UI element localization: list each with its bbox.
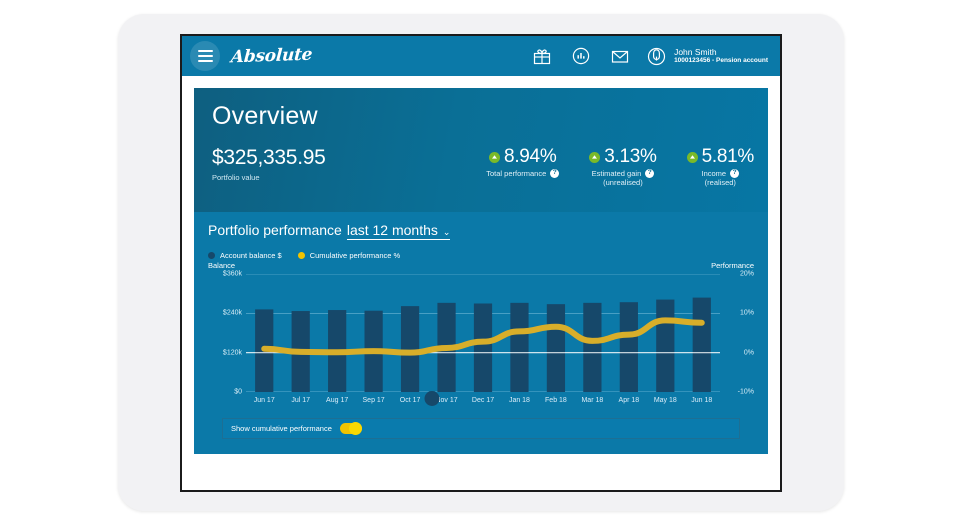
metric-label-row: Estimated gain ? bbox=[589, 169, 656, 178]
chart-bar bbox=[400, 306, 420, 392]
legend-swatch-icon bbox=[297, 252, 305, 259]
metric-sub: (realised) bbox=[704, 178, 736, 187]
x-tick-label: Aug 17 bbox=[326, 397, 349, 404]
axis-caption-row: Balance Performance bbox=[208, 261, 754, 270]
metric-value-row: 5.81% bbox=[686, 146, 755, 168]
x-tick-label: Jun 18 bbox=[691, 397, 713, 404]
metric-value: 3.13% bbox=[604, 146, 657, 167]
hamburger-bar bbox=[197, 50, 213, 52]
portfolio-value-block: $325,335.95 Portfolio value bbox=[212, 146, 326, 182]
y-tick-right: -10% bbox=[737, 388, 754, 396]
x-tick-label: Dec 17 bbox=[471, 397, 495, 404]
metric-label-row: Total performance ? bbox=[486, 169, 560, 178]
legend-label: Account balance $ bbox=[220, 251, 282, 260]
cumulative-toggle-bar[interactable]: Show cumulative performance bbox=[222, 418, 740, 439]
metric-value-row: 3.13% bbox=[589, 146, 657, 168]
metric-income: 5.81% Income ? (realised) bbox=[686, 146, 755, 187]
cumulative-toggle-switch[interactable] bbox=[339, 422, 362, 435]
chart-circle-icon[interactable] bbox=[570, 45, 592, 67]
y-tick-left: $240k bbox=[222, 309, 242, 317]
tablet-screen: Absolute John Smith 1000123456 - Pension… bbox=[180, 34, 782, 492]
arrow-up-icon bbox=[686, 151, 698, 163]
page-title: Overview bbox=[212, 102, 318, 130]
gift-icon[interactable] bbox=[531, 45, 553, 67]
chart-bar bbox=[656, 299, 675, 392]
help-icon[interactable]: ? bbox=[645, 169, 655, 178]
legend-item-cumulative[interactable]: Cumulative performance % bbox=[297, 251, 401, 260]
arrow-up-icon bbox=[489, 151, 501, 163]
chart-bar bbox=[619, 302, 638, 392]
chart-legend: Account balance $ Cumulative performance… bbox=[208, 251, 754, 260]
hamburger-bar bbox=[197, 60, 213, 62]
y-tick-left: $120k bbox=[222, 349, 242, 357]
x-axis: Jun 17 Jul 17 Aug 17 Sep 17 Oct 17 Nov 17 Dec … bbox=[246, 391, 720, 411]
metric-value-row: 8.94% bbox=[486, 146, 559, 168]
y-tick-right: 0% bbox=[743, 349, 754, 357]
x-tick-label: Oct 17 bbox=[399, 397, 421, 404]
toggle-knob bbox=[348, 422, 362, 435]
chart-heading: Portfolio performance last 12 months ⌄ bbox=[208, 222, 754, 240]
legend-label: Cumulative performance % bbox=[309, 251, 401, 260]
y-tick-left: $0 bbox=[234, 388, 242, 396]
user-text: John Smith 1000123456 - Pension account bbox=[674, 47, 768, 65]
metric-label: Total performance bbox=[486, 169, 547, 178]
metric-value: 5.81% bbox=[701, 146, 755, 167]
chart-title: Portfolio performance bbox=[208, 222, 342, 238]
axis-range-handle[interactable] bbox=[424, 391, 440, 406]
tablet-frame: Absolute John Smith 1000123456 - Pension… bbox=[118, 14, 844, 511]
x-tick-label: May 18 bbox=[653, 397, 677, 404]
x-tick-label: Jan 18 bbox=[508, 397, 530, 404]
chart-plot-area: $0 $120k $240k $360k -10% 0% 10% 20% bbox=[208, 270, 754, 396]
legend-item-balance[interactable]: Account balance $ bbox=[208, 251, 282, 260]
y-tick-right: 10% bbox=[739, 309, 754, 317]
x-tick-label: Apr 18 bbox=[618, 397, 640, 404]
cumulative-toggle-label: Show cumulative performance bbox=[231, 424, 332, 433]
metric-estimated-gain: 3.13% Estimated gain ? (unrealised) bbox=[589, 146, 657, 187]
y-tick-right: 20% bbox=[739, 270, 754, 278]
metric-value: 8.94% bbox=[504, 146, 557, 167]
metric-label: Income bbox=[701, 169, 727, 178]
app-body: Overview $325,335.95 Portfolio value 8.9… bbox=[182, 76, 780, 490]
arrow-up-icon bbox=[589, 151, 601, 163]
x-tick-label: Mar 18 bbox=[581, 397, 604, 404]
left-axis-caption: Balance bbox=[208, 261, 236, 270]
chevron-down-icon: ⌄ bbox=[442, 227, 451, 237]
x-tick-label: Sep 17 bbox=[362, 397, 385, 404]
chart-bar bbox=[510, 302, 529, 392]
y-tick-left: $360k bbox=[222, 270, 242, 278]
envelope-icon[interactable] bbox=[609, 45, 631, 67]
hamburger-menu-icon[interactable] bbox=[190, 41, 220, 71]
x-tick-label: Jul 17 bbox=[291, 397, 311, 404]
brand-logo[interactable]: Absolute bbox=[230, 45, 313, 68]
right-axis-caption: Performance bbox=[711, 261, 754, 270]
chart-bar bbox=[546, 304, 566, 392]
portfolio-value: $325,335.95 bbox=[212, 146, 326, 169]
user-avatar-icon bbox=[645, 45, 667, 67]
metric-total-performance: 8.94% Total performance ? bbox=[486, 146, 560, 178]
user-account: 1000123456 - Pension account bbox=[674, 57, 768, 65]
chart-bar bbox=[473, 303, 493, 392]
metrics-row: $325,335.95 Portfolio value 8.94% Total bbox=[212, 146, 754, 187]
help-icon[interactable]: ? bbox=[550, 169, 560, 178]
help-icon[interactable]: ? bbox=[730, 169, 740, 178]
overview-panel: Overview $325,335.95 Portfolio value 8.9… bbox=[194, 88, 768, 212]
metric-sub: (unrealised) bbox=[603, 178, 643, 187]
x-tick-label: Feb 18 bbox=[545, 397, 567, 404]
chart-bar bbox=[583, 302, 602, 392]
user-block[interactable]: John Smith 1000123456 - Pension account bbox=[645, 45, 768, 67]
app-header: Absolute John Smith 1000123456 - Pension… bbox=[182, 36, 780, 76]
chart-bar bbox=[692, 297, 711, 392]
hamburger-bar bbox=[197, 55, 213, 57]
chart-panel: Portfolio performance last 12 months ⌄ A… bbox=[194, 212, 768, 454]
legend-swatch-icon bbox=[208, 252, 215, 259]
period-select[interactable]: last 12 months ⌄ bbox=[346, 222, 451, 240]
metric-label-row: Income ? bbox=[687, 169, 754, 178]
user-name: John Smith bbox=[674, 47, 717, 58]
portfolio-value-label: Portfolio value bbox=[212, 173, 260, 182]
period-value: last 12 months bbox=[346, 222, 438, 238]
chart-canvas bbox=[246, 274, 720, 392]
metric-label: Estimated gain bbox=[591, 169, 642, 178]
x-tick-label: Jun 17 bbox=[253, 397, 275, 404]
